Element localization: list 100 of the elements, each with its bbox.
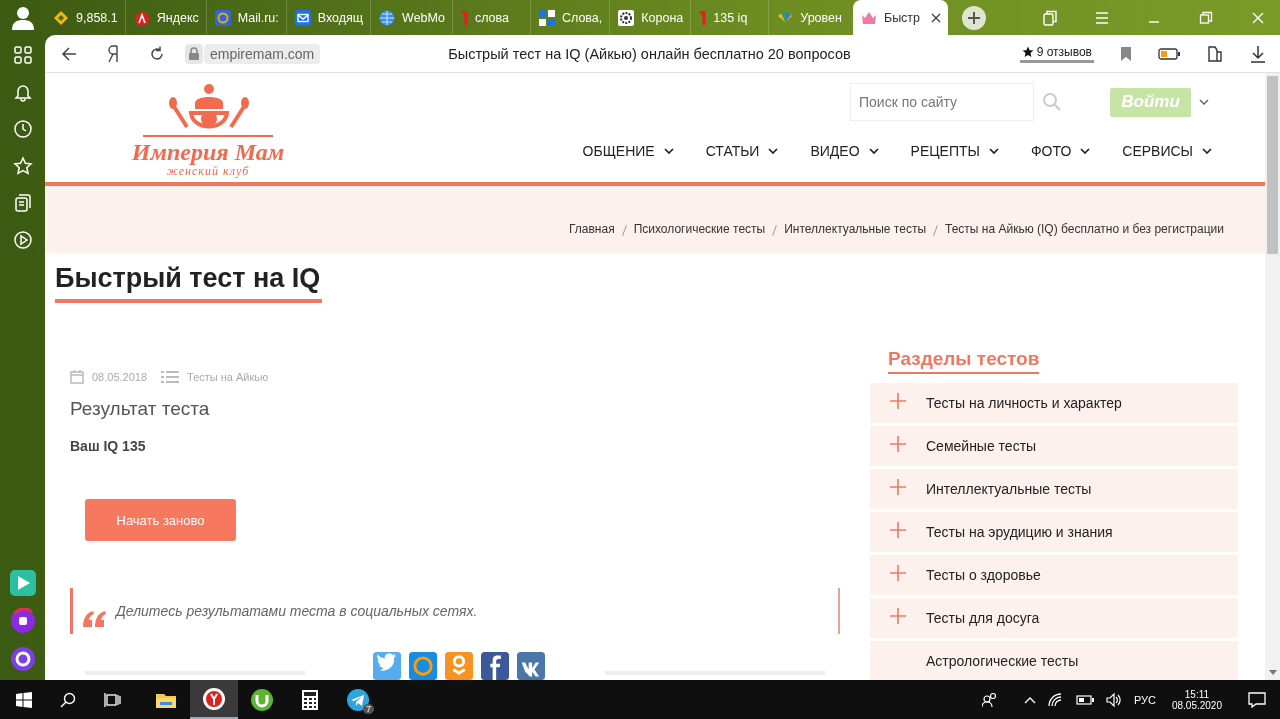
star-icon [1021,45,1034,58]
reviews-link[interactable]: 9 отзывов [1019,44,1094,63]
section-item[interactable]: Тесты на личность и характер [870,383,1238,423]
tab-label: 135 iq [713,10,748,25]
tab-label: WebMo [402,10,445,25]
bookmark-icon[interactable] [1120,46,1132,61]
clock-icon[interactable] [12,119,33,139]
battery-icon[interactable] [1158,47,1180,60]
avatar-icon[interactable] [11,6,34,30]
close-icon[interactable] [930,12,941,23]
taskbar-app[interactable]: 7 [334,680,382,719]
nav-link[interactable]: ФОТО [1030,143,1091,159]
torrent-icon [250,687,274,712]
result-text: Ваш IQ 135 [70,438,147,454]
play-icon[interactable] [12,230,33,250]
browser-tab[interactable]: Быстр [852,0,948,35]
telegram-icon [346,687,370,712]
search-icon[interactable] [60,691,76,708]
nav-link[interactable]: ОБЩЕНИЕ [582,143,674,159]
taskbar-app[interactable] [190,680,238,719]
page-title: Быстрый тест на IQ (Айкью) онлайн бесплатно 20 вопросов [448,45,851,62]
nav-link[interactable]: СТАТЬИ [705,143,779,159]
music-app-icon[interactable] [9,608,36,634]
star-icon[interactable] [12,156,33,176]
nav-link[interactable]: РЕЦЕПТЫ [910,143,999,159]
breadcrumb-link[interactable]: Интеллектуальные тесты [784,222,926,236]
side-panel-icon[interactable] [1206,44,1224,63]
chevron-icon [663,148,674,154]
clock-date[interactable]: 08.05.2020 [1171,699,1222,711]
list-icon [161,371,180,383]
menu-icon[interactable] [1094,9,1110,26]
tab-label: Входящ [317,10,364,25]
play-app-icon[interactable] [9,570,36,596]
sections-heading: Разделы тестов [888,348,1040,374]
browser-tab[interactable]: 9,858.1 [45,0,125,35]
wifi-icon[interactable] [1047,692,1064,707]
section-item[interactable]: Интеллектуальные тесты [870,469,1238,509]
volume-icon[interactable] [1105,692,1122,707]
vk-icon[interactable] [517,652,545,680]
language-indicator[interactable]: РУС [1133,693,1156,706]
restore-icon[interactable] [1198,9,1214,26]
breadcrumb-link[interactable]: Главная [569,222,615,236]
chevron-icon [1080,148,1091,154]
flag-icon [699,9,707,26]
yandex-browser-icon [202,686,226,711]
tab-label: Корона [641,10,684,25]
share-note: Делитесь результатами теста в социальных сетях. [116,603,478,619]
tab-label: слова [474,10,510,25]
notifications-icon[interactable] [1248,691,1266,708]
section-item[interactable]: Астрологические тесты [870,641,1238,680]
section-item[interactable]: Тесты о здоровье [870,555,1238,595]
chevron-up-icon[interactable] [1023,695,1036,704]
windows-start-icon[interactable] [16,691,32,708]
assistant-icon[interactable] [9,646,36,672]
back-icon[interactable] [61,45,77,62]
nav-link[interactable]: ВИДЕО [810,143,879,159]
facebook-icon[interactable] [481,652,509,680]
clock-time[interactable]: 15:11 [1184,688,1210,700]
post-date: 08.05.2018 [92,371,148,383]
new-tab-icon[interactable] [961,5,986,30]
envelope-icon [294,9,311,26]
tabs-icon[interactable] [1042,9,1058,26]
yandex-logo-icon[interactable] [107,44,119,63]
page-heading: Быстрый тест на IQ [55,263,323,303]
nav-link[interactable]: СЕРВИСЫ [1122,143,1212,159]
diamond-icon [53,9,69,26]
tab-label: Яндекс [156,10,199,25]
caret-icon[interactable] [1199,99,1209,105]
gear-icon [618,9,635,26]
section-item[interactable]: Тесты на эрудицию и знания [870,512,1238,552]
tab-label: Быстр [883,10,921,25]
bell-icon[interactable] [12,82,33,102]
breadcrumb-link[interactable]: Психологические тесты [633,222,766,236]
chevron-icon [1202,148,1212,154]
task-view-icon[interactable] [104,691,122,708]
tab-label: Уровен [800,10,842,25]
circle-icon [133,9,150,26]
result-heading: Результат теста [70,398,211,420]
search-field[interactable]: Поиск по сайту [850,83,1034,121]
tab-label: Mail.ru: [237,10,279,25]
scrollbar[interactable] [1265,73,1280,680]
lock-icon [185,43,203,64]
download-icon[interactable] [1250,44,1266,63]
at-sign-icon [214,9,231,26]
reload-icon[interactable] [149,45,165,62]
url-field[interactable]: empiremam.com [204,43,321,64]
calendar-icon [70,370,84,384]
globe-icon [379,9,396,26]
section-item[interactable]: Тесты для досуга [870,598,1238,638]
scroll-down-icon[interactable] [1269,670,1277,675]
scrollbar-thumb[interactable] [1267,76,1278,254]
battery-icon[interactable] [1075,694,1094,705]
people-icon[interactable] [981,691,998,708]
apps-icon[interactable] [12,45,33,65]
chevron-icon [768,148,779,154]
chevron-icon [868,148,879,154]
collections-icon[interactable] [12,193,33,213]
tab-label: Слова, [561,10,603,25]
section-item[interactable]: Семейные тесты [870,426,1238,466]
breadcrumb-link[interactable]: Тесты на Айкью (IQ) бесплатно и без регистрации [945,222,1224,236]
